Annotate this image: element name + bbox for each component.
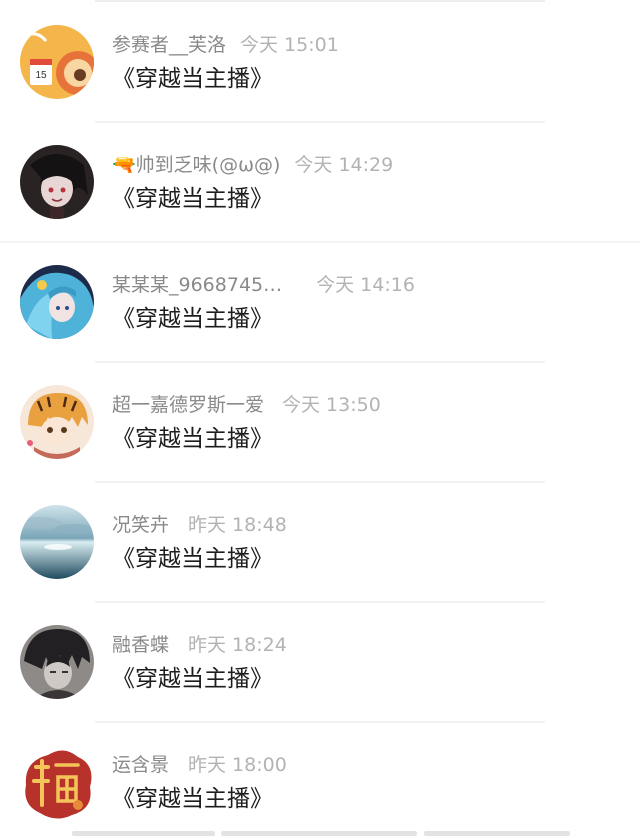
timestamp: 今天 14:29 (294, 154, 394, 176)
tiger-girl-avatar[interactable] (20, 385, 94, 459)
comment-row[interactable]: 🔫帅到乏味(@ω@) 今天 14:29 《穿越当主播》 (0, 120, 640, 240)
username[interactable]: 参赛者__芙洛 (112, 34, 226, 56)
comment-text: 《穿越当主播》 (112, 306, 273, 332)
calendar-orange-avatar[interactable]: 15 (20, 25, 94, 99)
comment-meta: 某某某_9668745… 今天 14:16 (112, 272, 415, 298)
username[interactable]: 🔫帅到乏味(@ω@) (112, 154, 280, 176)
fortune-character-avatar[interactable] (20, 745, 94, 819)
timestamp: 今天 15:01 (240, 34, 339, 56)
comment-row[interactable]: 融香蝶 昨天 18:24 《穿越当主播》 (0, 600, 640, 720)
username[interactable]: 超一嘉德罗斯一爱 (112, 394, 264, 416)
comment-meta: 参赛者__芙洛 今天 15:01 (112, 32, 339, 58)
bottom-bar-segment (221, 831, 417, 836)
comment-row[interactable]: 超一嘉德罗斯一爱 今天 13:50 《穿越当主播》 (0, 360, 640, 480)
bottom-bar-segment (72, 831, 215, 836)
username[interactable]: 融香蝶 (112, 634, 169, 656)
comment-text: 《穿越当主播》 (112, 546, 273, 572)
username[interactable]: 运含景 (112, 754, 169, 776)
comment-meta: 融香蝶 昨天 18:24 (112, 632, 287, 658)
comment-row[interactable]: 15 参赛者__芙洛 今天 15:01 《穿越当主播》 (0, 0, 640, 120)
comment-row[interactable]: 运含景 昨天 18:00 《穿越当主播》 (0, 720, 640, 840)
comment-list: 15 参赛者__芙洛今天 15:01 《穿越当主播》 🔫帅到乏味(@ω@)今 (0, 0, 640, 836)
ocean-sky-avatar[interactable] (20, 505, 94, 579)
bottom-bar-strip (0, 828, 640, 836)
comment-text: 《穿越当主播》 (112, 186, 273, 212)
timestamp: 今天 13:50 (282, 394, 381, 416)
comment-meta: 运含景 昨天 18:00 (112, 752, 287, 778)
timestamp: 昨天 18:48 (188, 514, 287, 536)
username[interactable]: 况笑卉 (112, 514, 169, 536)
bottom-bar-segment (424, 831, 570, 836)
timestamp: 昨天 18:24 (188, 634, 287, 656)
comment-text: 《穿越当主播》 (112, 786, 273, 812)
comment-meta: 超一嘉德罗斯一爱 今天 13:50 (112, 392, 381, 418)
comment-meta: 况笑卉 昨天 18:48 (112, 512, 287, 538)
blue-hair-anime-avatar[interactable] (20, 265, 94, 339)
svg-text:15: 15 (35, 70, 47, 81)
dark-anime-avatar[interactable] (20, 145, 94, 219)
timestamp: 昨天 18:00 (188, 754, 287, 776)
comment-text: 《穿越当主播》 (112, 66, 273, 92)
comment-row[interactable]: 况笑卉 昨天 18:48 《穿越当主播》 (0, 480, 640, 600)
dark-hair-sketch-avatar[interactable] (20, 625, 94, 699)
comment-row[interactable]: 某某某_9668745… 今天 14:16 《穿越当主播》 (0, 240, 640, 360)
timestamp: 今天 14:16 (316, 274, 415, 296)
comment-meta: 🔫帅到乏味(@ω@) 今天 14:29 (112, 152, 393, 178)
username[interactable]: 某某某_9668745… (112, 274, 282, 296)
comment-text: 《穿越当主播》 (112, 426, 273, 452)
comment-text: 《穿越当主播》 (112, 666, 273, 692)
